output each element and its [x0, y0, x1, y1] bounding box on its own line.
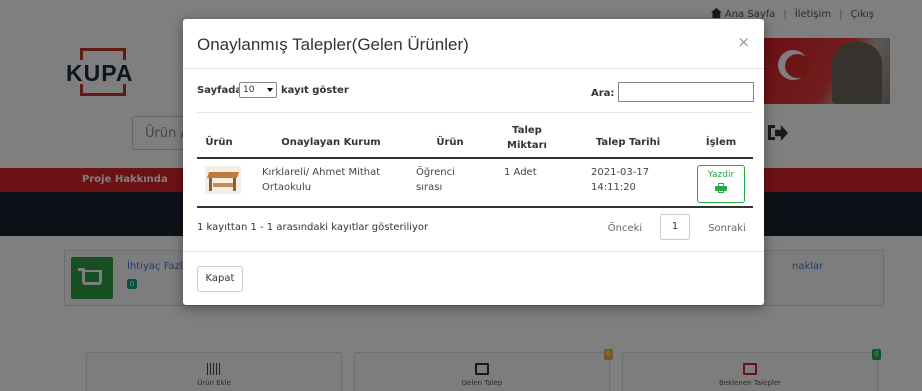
printer-icon: [715, 183, 727, 193]
table-info: 1 kayıttan 1 - 1 arasındaki kayıtlar gös…: [197, 222, 429, 233]
approved-requests-modal: Onaylanmış Talepler(Gelen Ürünler) × Say…: [183, 19, 764, 305]
product-image: [205, 166, 241, 194]
col-header-date[interactable]: Talep Tarihi: [583, 137, 673, 148]
col-header-product-image[interactable]: Ürün: [197, 137, 241, 148]
cell-product: Öğrenci sırası: [416, 167, 455, 193]
col-header-product[interactable]: Ürün: [419, 137, 481, 148]
page-1-button[interactable]: 1: [660, 214, 690, 240]
chevron-down-icon: [267, 88, 273, 92]
requests-table: Ürün Onaylayan Kurum Ürün Talep Miktarı …: [197, 112, 753, 208]
col-header-institution[interactable]: Onaylayan Kurum: [267, 137, 395, 148]
next-page-button[interactable]: Sonraki: [699, 218, 755, 240]
col-header-quantity[interactable]: Talep Miktarı: [503, 123, 551, 153]
page-length-suffix: kayıt göster: [281, 85, 349, 96]
modal-footer: Kapat: [183, 251, 764, 305]
table-header: Ürün Onaylayan Kurum Ürün Talep Miktarı …: [197, 112, 753, 159]
table-controls: Sayfada 10 kayıt göster Ara:: [197, 82, 754, 104]
close-button[interactable]: Kapat: [197, 266, 243, 292]
modal-title: Onaylanmış Talepler(Gelen Ürünler): [197, 35, 469, 54]
previous-page-button[interactable]: Önceki: [597, 218, 653, 240]
table-search-label: Ara:: [591, 88, 615, 99]
cell-quantity: 1 Adet: [504, 167, 537, 178]
table-footer: 1 kayıttan 1 - 1 arasındaki kayıtlar gös…: [197, 214, 753, 244]
print-button[interactable]: Yazdir: [697, 165, 745, 203]
table-row: Kırklareli/ Ahmet Mithat Ortaokulu Öğren…: [197, 159, 753, 208]
page-length-select[interactable]: 10: [239, 82, 277, 98]
modal-header: Onaylanmış Talepler(Gelen Ürünler) ×: [183, 19, 764, 69]
cell-institution: Kırklareli/ Ahmet Mithat Ortaokulu: [262, 167, 381, 193]
close-icon[interactable]: ×: [737, 33, 750, 51]
page-length-label: Sayfada: [197, 85, 243, 96]
cell-date: 2021-03-17 14:11:20: [591, 167, 650, 193]
table-search-input[interactable]: [618, 82, 754, 102]
col-header-action[interactable]: İşlem: [697, 137, 745, 148]
